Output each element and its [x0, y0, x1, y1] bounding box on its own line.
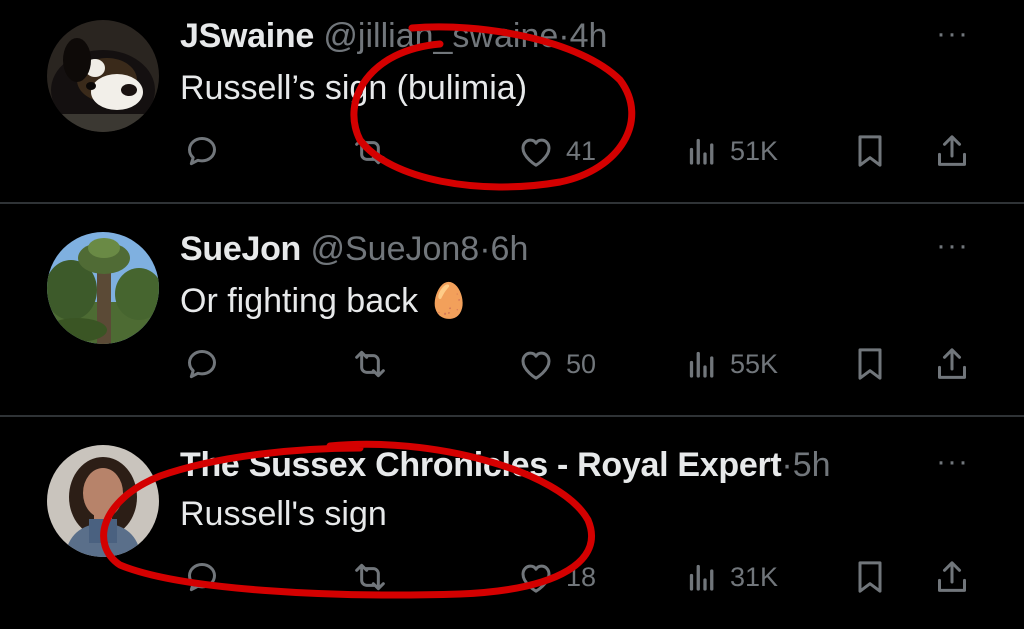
views-count: 31K [730, 561, 779, 592]
timeline: JSwaine @jillian_swaine·4h ··· Russell’s… [0, 0, 1024, 629]
tweet-card[interactable]: The Sussex Chronicles - Royal Expert·5h … [0, 417, 1024, 627]
share-button[interactable] [932, 342, 972, 386]
share-icon [938, 348, 966, 379]
retweet-button[interactable] [350, 555, 390, 599]
reply-button[interactable] [182, 555, 222, 599]
tweet-card[interactable]: SueJon @SueJon8·6h ··· Or fighting back … [0, 204, 1024, 414]
timestamp[interactable]: 6h [491, 230, 529, 268]
reply-icon [188, 350, 216, 379]
tweet-text-line: Or fighting back 🥚 [180, 280, 470, 322]
display-name[interactable]: JSwaine [180, 17, 314, 55]
like-button[interactable]: 18 [516, 555, 596, 599]
separator-dot: · [781, 446, 793, 484]
bookmark-icon [858, 135, 882, 167]
bookmark-button[interactable] [850, 129, 890, 173]
reply-button[interactable] [182, 129, 222, 173]
egg-emoji: 🥚 [427, 282, 470, 320]
more-options-button[interactable]: ··· [936, 231, 969, 261]
like-button[interactable]: 41 [516, 129, 596, 173]
reply-icon [188, 137, 216, 166]
portrait-avatar-image [47, 445, 159, 557]
tweet-card[interactable]: JSwaine @jillian_swaine·4h ··· Russell’s… [0, 0, 1024, 210]
retweet-button[interactable] [350, 129, 390, 173]
action-bar: 18 31K [180, 555, 980, 599]
retweet-icon [355, 350, 385, 378]
bookmark-icon [858, 561, 882, 593]
views-button[interactable]: 51K [684, 129, 778, 173]
tweet-text: Russell’s sign (bulimia) [180, 69, 528, 107]
display-name[interactable]: The Sussex Chronicles - Royal Expert [180, 446, 782, 484]
more-options-button[interactable]: ··· [936, 447, 969, 477]
like-count: 18 [566, 561, 597, 592]
reply-icon [188, 563, 216, 592]
views-icon [689, 564, 714, 591]
reply-button[interactable] [182, 342, 222, 386]
retweet-icon [355, 563, 385, 591]
views-icon [689, 138, 714, 165]
action-bar: 50 55K [180, 342, 980, 386]
views-button[interactable]: 31K [684, 555, 778, 599]
views-icon [689, 351, 714, 378]
like-count: 41 [566, 135, 597, 166]
views-button[interactable]: 55K [684, 342, 778, 386]
share-icon [938, 135, 966, 166]
retweet-button[interactable] [350, 342, 390, 386]
action-bar: 41 51K [180, 129, 980, 173]
avatar[interactable] [47, 232, 159, 344]
retweet-icon [355, 137, 385, 165]
tweet-header: JSwaine @jillian_swaine·4h [180, 16, 607, 56]
like-count: 50 [566, 348, 597, 379]
separator-dot: · [558, 17, 570, 55]
like-button[interactable]: 50 [516, 342, 596, 386]
views-count: 51K [730, 135, 779, 166]
user-handle[interactable]: @jillian_swaine [323, 17, 558, 55]
tweet-text: Or fighting back [180, 282, 419, 320]
heart-icon [521, 564, 551, 593]
bookmark-button[interactable] [850, 342, 890, 386]
bookmark-icon [858, 348, 882, 380]
timestamp[interactable]: 5h [793, 446, 831, 484]
display-name[interactable]: SueJon [180, 230, 301, 268]
bookmark-button[interactable] [850, 555, 890, 599]
palm-tree-avatar-image [47, 232, 159, 344]
tweet-header: SueJon @SueJon8·6h [180, 229, 528, 269]
heart-icon [521, 138, 551, 167]
dog-avatar-image [47, 20, 159, 132]
separator-dot: · [479, 230, 491, 268]
timestamp[interactable]: 4h [570, 17, 608, 55]
avatar[interactable] [47, 20, 159, 132]
share-icon [938, 561, 966, 592]
user-handle[interactable]: @SueJon8 [310, 230, 479, 268]
share-button[interactable] [932, 129, 972, 173]
more-options-button[interactable]: ··· [936, 19, 969, 49]
share-button[interactable] [932, 555, 972, 599]
avatar[interactable] [47, 445, 159, 557]
tweet-text: Russell's sign [180, 495, 387, 533]
views-count: 55K [730, 348, 779, 379]
heart-icon [521, 351, 551, 380]
tweet-header: The Sussex Chronicles - Royal Expert·5h [180, 445, 831, 485]
